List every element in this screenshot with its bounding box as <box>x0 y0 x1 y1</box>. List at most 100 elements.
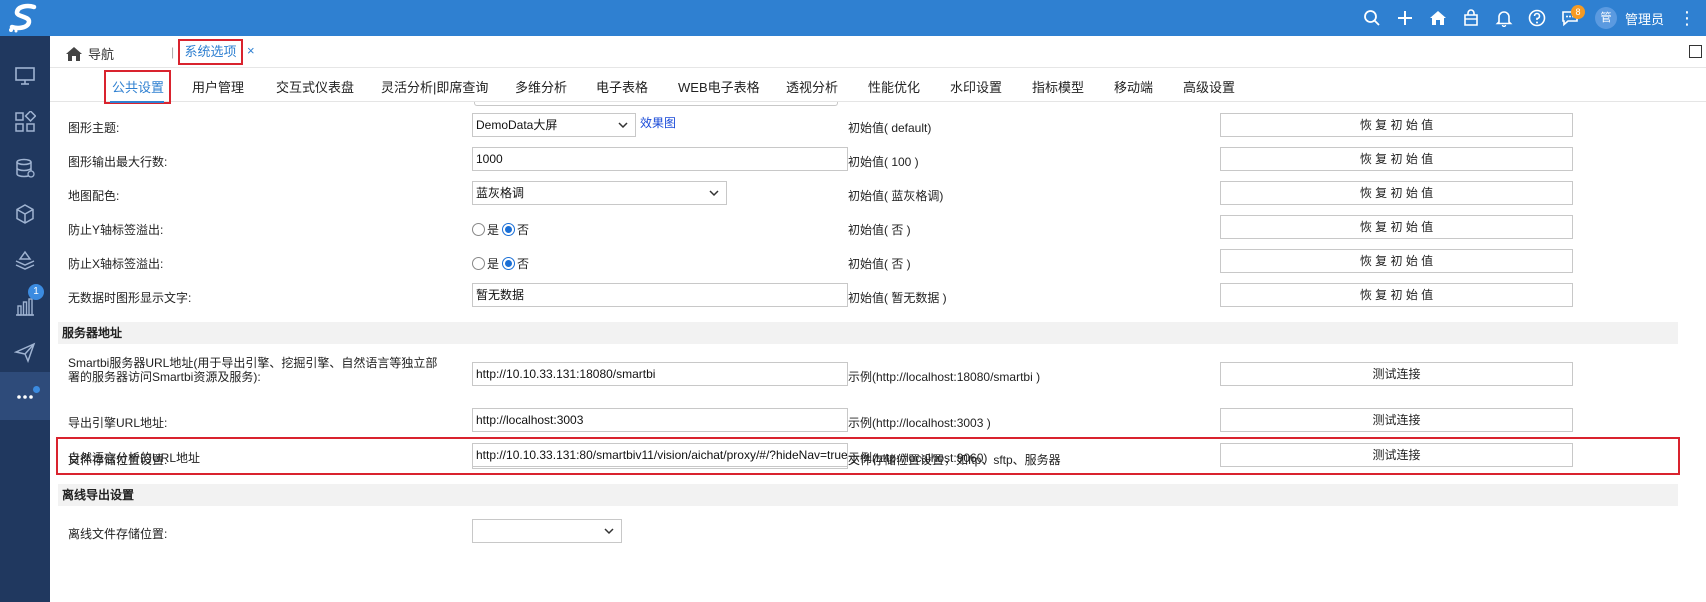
tab-pivot-analysis[interactable]: 透视分析 <box>786 77 838 96</box>
nlp-url-label: 自然语言分析的URL地址 <box>68 451 201 465</box>
maximize-icon[interactable] <box>1689 45 1702 58</box>
chevron-down-icon <box>618 122 628 129</box>
database-icon <box>16 158 35 178</box>
export-engine-url-hint: 示例(http://localhost:3003 ) <box>848 416 991 430</box>
section-server-address: 服务器地址 <box>58 322 1678 344</box>
y-axis-no-radio[interactable] <box>502 223 516 236</box>
sidebar-item-database[interactable] <box>0 144 50 192</box>
smartbi-url-hint: 示例(http://localhost:18080/smartbi ) <box>848 370 1041 384</box>
x-axis-no-radio[interactable] <box>502 257 516 270</box>
offline-storage-label: 离线文件存储位置: <box>68 527 168 541</box>
sidebar-item-monitor[interactable] <box>0 52 50 100</box>
nav-home-label: 导航 <box>88 47 115 62</box>
export-engine-url-input[interactable]: http://localhost:3003 <box>472 408 848 432</box>
nav-home[interactable]: 导航 <box>66 44 114 63</box>
row-no-data-text: 无数据时图形显示文字: 暂无数据 初始值( 暂无数据 ) 恢 复 初 始 值 <box>58 279 1678 313</box>
bell-icon[interactable] <box>1488 0 1521 36</box>
y-axis-yes-radio[interactable] <box>472 223 485 236</box>
send-icon <box>14 342 36 363</box>
settings-content: 图形主题: DemoData大屏 效果图 初始值( default) 恢 复 初… <box>50 102 1690 602</box>
tab-dashboard[interactable]: 交互式仪表盘 <box>276 77 354 96</box>
effect-preview-link[interactable]: 效果图 <box>640 114 676 131</box>
more-menu-icon[interactable]: ⋮ <box>1678 8 1696 29</box>
max-rows-hint: 初始值( 100 ) <box>848 155 919 169</box>
tab-advanced[interactable]: 高级设置 <box>1183 77 1235 96</box>
row-nlp-url: 自然语言分析的URL地址 http://10.10.33.131:80/smar… <box>58 439 1678 473</box>
tab-flexible-analysis[interactable]: 灵活分析|即席查询 <box>381 77 488 96</box>
test-smartbi-connection-button[interactable]: 测试连接 <box>1220 362 1573 386</box>
row-chart-theme: 图形主题: DemoData大屏 效果图 初始值( default) 恢 复 初… <box>58 109 1678 143</box>
chart-theme-label: 图形主题: <box>68 121 120 135</box>
sidebar-item-analysis[interactable]: 1 <box>0 282 50 330</box>
help-icon[interactable] <box>1521 0 1554 36</box>
tab-mobile[interactable]: 移动端 <box>1114 77 1153 96</box>
chart-theme-hint: 初始值( default) <box>848 121 932 135</box>
export-engine-url-label: 导出引擎URL地址: <box>68 416 168 430</box>
top-bar: 8 管 管理员 ⋮ <box>0 0 1706 36</box>
row-x-axis-overflow: 防止X轴标签溢出: 是 否 初始值( 否 ) 恢 复 初 始 值 <box>58 245 1678 279</box>
row-smartbi-url: Smartbi服务器URL地址(用于导出引擎、挖掘引擎、自然语言等独立部署的服务… <box>58 353 1678 397</box>
username[interactable]: 管理员 <box>1625 9 1664 28</box>
reset-max-rows-button[interactable]: 恢 复 初 始 值 <box>1220 147 1573 171</box>
tab-system-options[interactable]: 系统选项 <box>178 39 243 65</box>
row-export-engine-url: 导出引擎URL地址: http://localhost:3003 示例(http… <box>58 404 1678 438</box>
map-color-hint: 初始值( 蓝灰格调) <box>848 189 944 203</box>
monitor-icon <box>15 67 35 85</box>
home-icon <box>66 46 82 61</box>
x-axis-overflow-hint: 初始值( 否 ) <box>848 257 911 271</box>
test-export-connection-button[interactable]: 测试连接 <box>1220 408 1573 432</box>
chevron-down-icon <box>604 528 614 535</box>
tab-metric-model[interactable]: 指标模型 <box>1032 77 1084 96</box>
y-axis-overflow-label: 防止Y轴标签溢出: <box>68 223 164 237</box>
tab-user-management[interactable]: 用户管理 <box>192 77 244 96</box>
reset-chart-theme-button[interactable]: 恢 复 初 始 值 <box>1220 113 1573 137</box>
test-nlp-connection-button[interactable]: 测试连接 <box>1220 443 1573 467</box>
x-axis-yes-radio[interactable] <box>472 257 485 270</box>
map-color-select[interactable]: 蓝灰格调 <box>472 181 727 205</box>
tab-spreadsheet[interactable]: 电子表格 <box>596 77 648 96</box>
no-data-text-input[interactable]: 暂无数据 <box>472 283 848 307</box>
map-color-label: 地图配色: <box>68 189 120 203</box>
reset-y-axis-button[interactable]: 恢 复 初 始 值 <box>1220 215 1573 239</box>
chevron-down-icon <box>709 190 719 197</box>
tab-close-icon[interactable]: × <box>247 43 255 58</box>
tab-watermark[interactable]: 水印设置 <box>950 77 1002 96</box>
apps-icon <box>15 111 36 132</box>
avatar[interactable]: 管 <box>1594 7 1617 29</box>
smartbi-logo-icon[interactable] <box>6 2 42 34</box>
offline-storage-select[interactable] <box>472 519 622 543</box>
cube-icon <box>16 204 34 224</box>
smartbi-url-input[interactable]: http://10.10.33.131:18080/smartbi <box>472 362 848 386</box>
tab-public-settings[interactable]: 公共设置 <box>112 77 164 96</box>
message-icon[interactable]: 8 <box>1554 0 1587 36</box>
message-badge: 8 <box>1570 5 1585 19</box>
clipped-field-edge <box>474 102 838 106</box>
reset-map-color-button[interactable]: 恢 复 初 始 值 <box>1220 181 1573 205</box>
search-icon[interactable] <box>1356 0 1389 36</box>
no-data-text-hint: 初始值( 暂无数据 ) <box>848 291 947 305</box>
store-icon[interactable] <box>1455 0 1488 36</box>
reset-no-data-text-button[interactable]: 恢 复 初 始 值 <box>1220 283 1573 307</box>
sidebar-item-layers[interactable] <box>0 236 50 284</box>
reset-x-axis-button[interactable]: 恢 复 初 始 值 <box>1220 249 1573 273</box>
row-offline-storage: 离线文件存储位置: <box>58 515 1678 549</box>
nlp-url-input[interactable]: http://10.10.33.131:80/smartbiv11/vision… <box>472 443 848 467</box>
row-max-rows: 图形输出最大行数: 1000 初始值( 100 ) 恢 复 初 始 值 <box>58 143 1678 177</box>
sidebar-item-cube[interactable] <box>0 190 50 238</box>
max-rows-input[interactable]: 1000 <box>472 147 848 171</box>
home-icon[interactable] <box>1422 0 1455 36</box>
sidebar-badge: 1 <box>28 284 44 300</box>
tab-multidim-analysis[interactable]: 多维分析 <box>515 77 567 96</box>
sidebar-item-send[interactable] <box>0 328 50 376</box>
sidebar-item-more[interactable] <box>0 372 50 420</box>
chart-theme-select[interactable]: DemoData大屏 <box>472 113 636 137</box>
section-offline-export: 离线导出设置 <box>58 484 1678 506</box>
y-axis-overflow-hint: 初始值( 否 ) <box>848 223 911 237</box>
tab-web-spreadsheet[interactable]: WEB电子表格 <box>678 77 760 96</box>
add-icon[interactable] <box>1389 0 1422 36</box>
row-y-axis-overflow: 防止Y轴标签溢出: 是 否 初始值( 否 ) 恢 复 初 始 值 <box>58 211 1678 245</box>
smartbi-url-label: Smartbi服务器URL地址(用于导出引擎、挖掘引擎、自然语言等独立部署的服务… <box>68 356 438 384</box>
tab-performance[interactable]: 性能优化 <box>868 77 920 96</box>
row-map-color: 地图配色: 蓝灰格调 初始值( 蓝灰格调) 恢 复 初 始 值 <box>58 177 1678 211</box>
sidebar-item-apps[interactable] <box>0 98 50 146</box>
